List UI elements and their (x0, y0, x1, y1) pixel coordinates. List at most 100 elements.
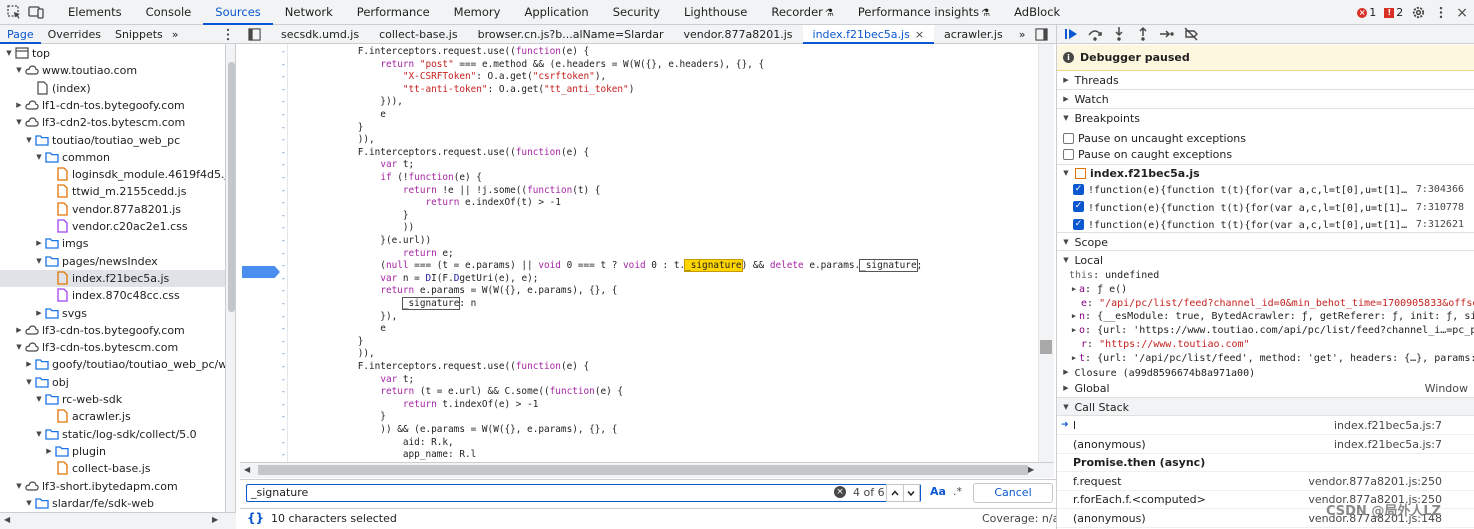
scroll-right-icon[interactable]: ▶ (1028, 465, 1034, 474)
line-number[interactable]: - (240, 399, 286, 412)
clear-search-icon[interactable]: × (834, 486, 846, 498)
line-number[interactable]: - (240, 336, 286, 349)
tree-item[interactable]: acrawler.js (0, 408, 225, 425)
tree-item[interactable]: ▶ svgs (0, 305, 225, 322)
line-number[interactable]: - (240, 109, 286, 122)
collapse-arrow-icon[interactable]: ▼ (34, 426, 44, 443)
line-number[interactable]: - (240, 424, 286, 437)
editor-tab[interactable]: acrawler.js (934, 25, 1013, 44)
tab-adblock[interactable]: AdBlock (1002, 0, 1072, 25)
expand-arrow-icon[interactable]: ▶ (24, 356, 34, 373)
more-tabs-icon[interactable]: » (170, 25, 181, 44)
expand-arrow-icon[interactable]: ▶ (44, 443, 54, 460)
threads-section[interactable]: ▶ Threads (1057, 71, 1474, 90)
tab-page[interactable]: Page (0, 25, 41, 44)
editor-vscrollbar[interactable] (1038, 44, 1054, 462)
editor-tab[interactable]: browser.cn.js?b...alName=Slardar (468, 25, 674, 44)
code-editor[interactable]: F.interceptors.request.use((function(e) … (290, 44, 1038, 462)
tab-snippets[interactable]: Snippets (108, 25, 170, 44)
toggle-navigator-icon[interactable] (248, 27, 261, 41)
line-number[interactable]: - (240, 84, 286, 97)
tab-lighthouse[interactable]: Lighthouse (672, 0, 759, 25)
call-frame[interactable]: ➜ l index.f21bec5a.js:7 (1057, 416, 1474, 435)
tree-item[interactable]: ▼ lf3-cdn2-tos.bytescm.com (0, 114, 225, 131)
line-number[interactable]: - (240, 348, 286, 361)
line-number[interactable]: - (240, 361, 286, 374)
tab-application[interactable]: Application (512, 0, 600, 25)
tree-item[interactable]: vendor.c20ac2e1.css (0, 218, 225, 235)
expand-arrow-icon[interactable]: ▶ (34, 235, 44, 252)
line-number[interactable]: - (240, 323, 286, 336)
line-number[interactable]: - (240, 386, 286, 399)
line-number[interactable]: - (240, 185, 286, 198)
line-number[interactable]: - (240, 411, 286, 424)
navigator-menu-icon[interactable] (226, 28, 230, 41)
regex-button[interactable]: .* (953, 485, 962, 498)
tree-item[interactable]: ▶ plugin (0, 443, 225, 460)
collapse-arrow-icon[interactable]: ▼ (14, 114, 24, 131)
tree-item[interactable]: ▼ pages/newsIndex (0, 253, 225, 270)
tree-item[interactable]: ▶ goofy/toutiao/toutiao_web_pc/wza/4. (0, 356, 225, 373)
line-number[interactable]: - (240, 311, 286, 324)
close-devtools-icon[interactable]: × (1456, 5, 1468, 21)
tab-network[interactable]: Network (273, 0, 345, 25)
tab-performance-insights[interactable]: Performance insights ⚗ (846, 0, 1002, 25)
tree-item[interactable]: (index) (0, 80, 225, 97)
tree-item[interactable]: index.870c48cc.css (0, 287, 225, 304)
line-number[interactable]: - (240, 374, 286, 387)
call-frame[interactable]: f.request vendor.877a8201.js:250 (1057, 472, 1474, 491)
collapse-arrow-icon[interactable]: ▼ (24, 132, 34, 149)
collapse-arrow-icon[interactable]: ▼ (14, 339, 24, 356)
search-input[interactable]: _signature (246, 484, 921, 502)
editor-scroll-thumb[interactable] (1040, 340, 1052, 354)
tree-item[interactable]: ▶ lf1-cdn-tos.bytegoofy.com (0, 97, 225, 114)
tree-item[interactable]: ▼ static/log-sdk/collect/5.0 (0, 426, 225, 443)
tree-item[interactable]: ▶ imgs (0, 235, 225, 252)
callstack-section[interactable]: ▼ Call Stack (1057, 397, 1474, 416)
line-number[interactable]: - (240, 298, 286, 311)
call-frame-location[interactable]: vendor.877a8201.js:250 (1308, 472, 1442, 491)
global-scope-row[interactable]: ▶ Global Window (1057, 380, 1474, 397)
line-gutter[interactable]: ---------------------------------- (240, 44, 288, 473)
scroll-left-icon[interactable]: ◀ (244, 465, 250, 474)
line-number[interactable]: - (240, 134, 286, 147)
breakpoint-row[interactable]: ✓ !function(e){function t(t){for(var a,c,… (1057, 181, 1474, 198)
collapse-arrow-icon[interactable]: ▼ (34, 149, 44, 166)
collapse-arrow-icon[interactable]: ▼ (14, 62, 24, 79)
breakpoint-checkbox[interactable]: ✓ (1073, 183, 1084, 195)
tree-item[interactable]: ttwid_m.2155cedd.js (0, 183, 225, 200)
tab-security[interactable]: Security (601, 0, 672, 25)
line-number[interactable]: - (240, 59, 286, 72)
pause-uncaught-row[interactable]: Pause on uncaught exceptions (1057, 130, 1474, 147)
line-number[interactable]: - (240, 159, 286, 172)
close-tab-icon[interactable]: × (915, 28, 924, 41)
breakpoint-checkbox[interactable]: ✓ (1073, 218, 1084, 230)
collapse-arrow-icon[interactable]: ▼ (34, 253, 44, 270)
pretty-print-icon[interactable]: {} (247, 511, 264, 525)
breakpoints-section[interactable]: ▼ Breakpoints (1057, 109, 1474, 128)
breakpoint-marker[interactable] (242, 266, 280, 278)
navigator-hscrollbar[interactable]: ◀ ▶ (0, 512, 236, 529)
expand-arrow-icon[interactable]: ▶ (34, 305, 44, 322)
cancel-search-button[interactable]: Cancel (973, 483, 1053, 503)
step-into-icon[interactable] (1111, 26, 1127, 42)
collapse-arrow-icon[interactable]: ▼ (24, 495, 34, 512)
device-toolbar-icon[interactable] (28, 4, 44, 20)
pause-caught-row[interactable]: Pause on caught exceptions (1057, 146, 1474, 163)
watch-section[interactable]: ▶ Watch (1057, 90, 1474, 109)
expand-arrow-icon[interactable]: ▶ (14, 322, 24, 339)
line-number[interactable]: - (240, 248, 286, 261)
tab-console[interactable]: Console (134, 0, 204, 25)
tab-overrides[interactable]: Overrides (41, 25, 108, 44)
scroll-left-icon[interactable]: ◀ (4, 515, 10, 524)
scroll-right-icon[interactable]: ▶ (212, 515, 218, 524)
breakpoint-row[interactable]: ✓ !function(e){function t(t){for(var a,c,… (1057, 216, 1474, 233)
tab-recorder[interactable]: Recorder ⚗ (759, 0, 846, 25)
inspect-element-icon[interactable] (6, 4, 22, 20)
tree-item[interactable]: ▼ top (0, 45, 225, 62)
step-icon[interactable] (1159, 26, 1175, 42)
collapse-arrow-icon[interactable]: ▼ (34, 391, 44, 408)
call-frame[interactable]: (anonymous) index.f21bec5a.js:7 (1057, 435, 1474, 454)
match-case-button[interactable]: Aa (930, 485, 946, 498)
tree-item[interactable]: vendor.877a8201.js (0, 201, 225, 218)
